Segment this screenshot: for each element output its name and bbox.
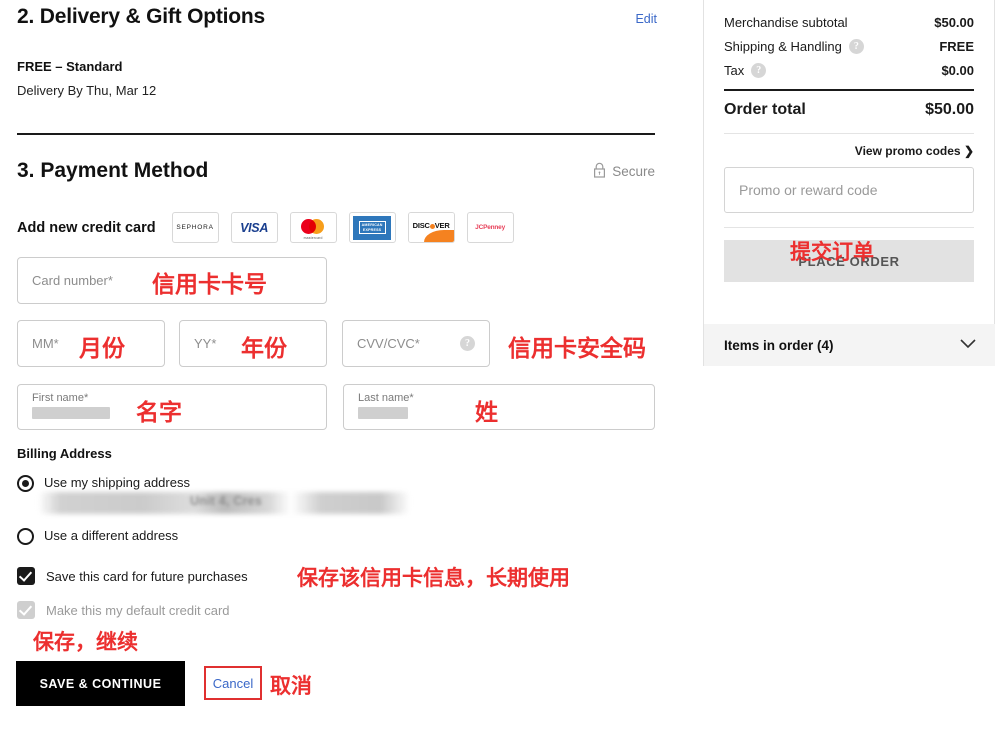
card-number-placeholder: Card number* [32, 273, 113, 288]
save-card-checkbox[interactable] [17, 567, 35, 585]
secure-badge: Secure [593, 162, 655, 181]
annotation-save-continue: 保存，继续 [33, 630, 138, 654]
view-promo-codes-label: View promo codes [854, 144, 961, 158]
visa-card-logo: VISA [230, 212, 278, 243]
annotation-cvv: 信用卡安全码 [508, 336, 646, 362]
payment-section-header: 3. Payment Method Secure [17, 159, 655, 183]
billing-address-ghost-text: Unit 4, Cres [190, 494, 262, 508]
save-card-checkbox-row[interactable]: Save this card for future purchases [17, 567, 248, 585]
mastercard-card-logo: mastercard [289, 212, 337, 243]
annotation-place-order: 提交订单 [790, 240, 874, 264]
cancel-button[interactable]: Cancel [204, 666, 262, 700]
delivery-section-header: 2. Delivery & Gift Options Edit [17, 5, 657, 29]
add-card-label: Add new credit card [17, 219, 156, 236]
delivery-section-title: 2. Delivery & Gift Options [17, 5, 266, 28]
billing-option-shipping[interactable]: Use my shipping address [17, 474, 190, 492]
section-divider [17, 133, 655, 135]
checkout-page: 2. Delivery & Gift Options Edit FREE – S… [0, 0, 995, 739]
cvv-input[interactable]: CVV/CVC* ? [342, 320, 490, 367]
view-promo-codes-link[interactable]: View promo codes ❯ [704, 134, 994, 158]
summary-row-label: Merchandise subtotal [724, 14, 848, 30]
jcpenney-card-logo: JCPenney [466, 212, 514, 243]
order-total-row: Order total $50.00 [704, 91, 994, 119]
summary-row: Shipping & Handling ? FREE [704, 34, 994, 58]
add-credit-card-row: Add new credit card SEPHORA VISA masterc… [17, 212, 514, 243]
summary-row-value: $0.00 [941, 62, 974, 78]
summary-rows: Merchandise subtotal $50.00 Shipping & H… [704, 0, 994, 82]
annotation-first-name: 名字 [136, 400, 182, 426]
save-and-continue-button[interactable]: SAVE & CONTINUE [16, 661, 185, 706]
question-mark-icon[interactable]: ? [460, 336, 475, 351]
annotation-save-card: 保存该信用卡信息，长期使用 [297, 566, 570, 590]
summary-row-label: Tax ? [724, 62, 767, 78]
month-placeholder: MM* [32, 336, 59, 351]
summary-row-value: $50.00 [934, 14, 974, 30]
delivery-date-label: Delivery By Thu, Mar 12 [17, 83, 157, 98]
default-card-checkbox-row: Make this my default credit card [17, 601, 230, 619]
payment-section-title: 3. Payment Method [17, 159, 209, 182]
question-mark-icon[interactable]: ? [751, 62, 767, 78]
annotation-cancel: 取消 [270, 674, 312, 698]
default-card-checkbox [17, 601, 35, 619]
cvv-placeholder: CVV/CVC* [357, 336, 420, 351]
year-placeholder: YY* [194, 336, 217, 351]
discover-card-logo: DISC VER [407, 212, 455, 243]
items-in-order-toggle[interactable]: Items in order (4) [704, 324, 995, 366]
radio-use-different-address[interactable] [17, 528, 34, 545]
save-card-label: Save this card for future purchases [46, 568, 248, 584]
sephora-card-logo: SEPHORA [171, 212, 219, 243]
billing-different-label: Use a different address [44, 528, 179, 543]
chevron-right-icon: ❯ [963, 144, 974, 158]
annotation-card-number: 信用卡卡号 [152, 272, 267, 298]
billing-shipping-label: Use my shipping address [44, 475, 190, 490]
promo-code-placeholder: Promo or reward code [739, 182, 878, 198]
delivery-edit-link[interactable]: Edit [635, 12, 657, 26]
summary-row-value: FREE [939, 38, 974, 54]
secure-label: Secure [612, 163, 655, 179]
order-total-label: Order total [724, 101, 806, 118]
last-name-label: Last name* [358, 392, 414, 404]
question-mark-icon[interactable]: ? [848, 38, 864, 54]
chevron-down-icon[interactable] [960, 336, 976, 354]
order-total-value: $50.00 [925, 101, 974, 118]
annotation-last-name: 姓 [475, 400, 498, 426]
lock-icon [593, 162, 606, 181]
amex-card-logo: AMERICAN EXPRESS [348, 212, 396, 243]
promo-code-input[interactable]: Promo or reward code [724, 167, 974, 213]
summary-row: Merchandise subtotal $50.00 [704, 10, 994, 34]
billing-address-heading: Billing Address [17, 446, 112, 461]
last-name-redacted-value [358, 407, 408, 419]
billing-option-different[interactable]: Use a different address [17, 527, 178, 545]
last-name-input[interactable]: Last name* [343, 384, 655, 430]
order-summary-panel: Merchandise subtotal $50.00 Shipping & H… [703, 0, 995, 366]
shipping-method-label: FREE – Standard [17, 59, 123, 74]
summary-row: Tax ? $0.00 [704, 58, 994, 82]
annotation-month: 月份 [79, 336, 125, 362]
first-name-redacted-value [32, 407, 110, 419]
default-card-label: Make this my default credit card [46, 602, 230, 618]
thin-divider [724, 227, 974, 228]
annotation-year: 年份 [241, 336, 287, 362]
checkout-main-column: 2. Delivery & Gift Options Edit FREE – S… [0, 0, 690, 739]
summary-row-label: Shipping & Handling ? [724, 38, 864, 54]
first-name-label: First name* [32, 392, 89, 404]
items-in-order-label: Items in order (4) [724, 337, 834, 353]
radio-use-shipping-address[interactable] [17, 475, 34, 492]
